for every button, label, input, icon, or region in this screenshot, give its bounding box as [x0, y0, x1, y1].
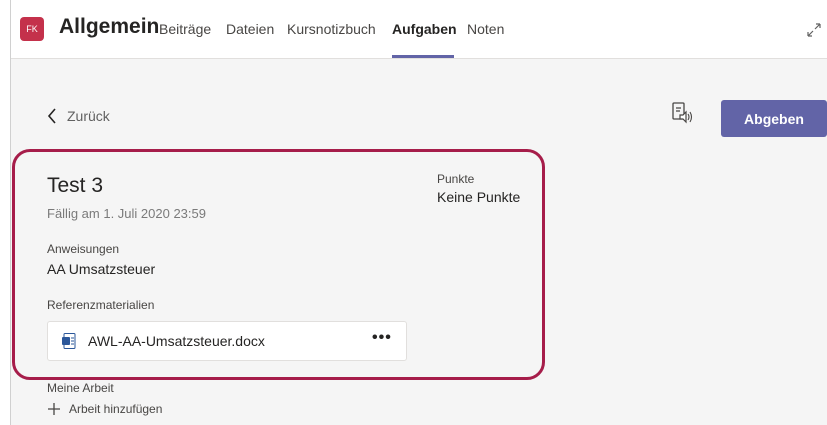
- channel-name: Allgemein: [59, 15, 160, 38]
- points-value: Keine Punkte: [437, 189, 521, 205]
- assignment-title: Test 3: [47, 174, 104, 197]
- team-avatar[interactable]: FK: [20, 17, 44, 41]
- back-button[interactable]: Zurück: [47, 108, 110, 124]
- reference-file-name[interactable]: AWL-AA-Umsatzsteuer.docx: [88, 333, 265, 349]
- chevron-left-icon: [47, 108, 56, 124]
- tab-beitraege[interactable]: Beiträge: [159, 21, 211, 37]
- submit-button[interactable]: Abgeben: [721, 100, 827, 137]
- add-work-button[interactable]: Arbeit hinzufügen: [47, 402, 162, 416]
- back-label: Zurück: [67, 108, 110, 124]
- reference-file-card[interactable]: AWL-AA-Umsatzsteuer.docx •••: [47, 321, 407, 361]
- immersive-reader-icon[interactable]: [670, 101, 694, 125]
- word-document-icon: [62, 333, 76, 349]
- instructions-label: Anweisungen: [47, 242, 120, 256]
- tab-aufgaben[interactable]: Aufgaben: [392, 21, 457, 37]
- tab-kursnotizbuch[interactable]: Kursnotizbuch: [287, 21, 376, 37]
- my-work-label: Meine Arbeit: [47, 381, 114, 395]
- expand-icon[interactable]: [806, 22, 822, 38]
- points-label: Punkte: [437, 172, 475, 186]
- active-tab-indicator: [392, 55, 454, 58]
- add-work-label: Arbeit hinzufügen: [69, 402, 163, 416]
- plus-icon: [48, 403, 60, 415]
- due-date: Fällig am 1. Juli 2020 23:59: [47, 206, 206, 221]
- tab-dateien[interactable]: Dateien: [226, 21, 274, 37]
- tab-noten[interactable]: Noten: [467, 21, 504, 37]
- instructions-text: AA Umsatzsteuer: [47, 261, 156, 277]
- more-options-button[interactable]: •••: [372, 329, 392, 347]
- references-label: Referenzmaterialien: [47, 298, 155, 312]
